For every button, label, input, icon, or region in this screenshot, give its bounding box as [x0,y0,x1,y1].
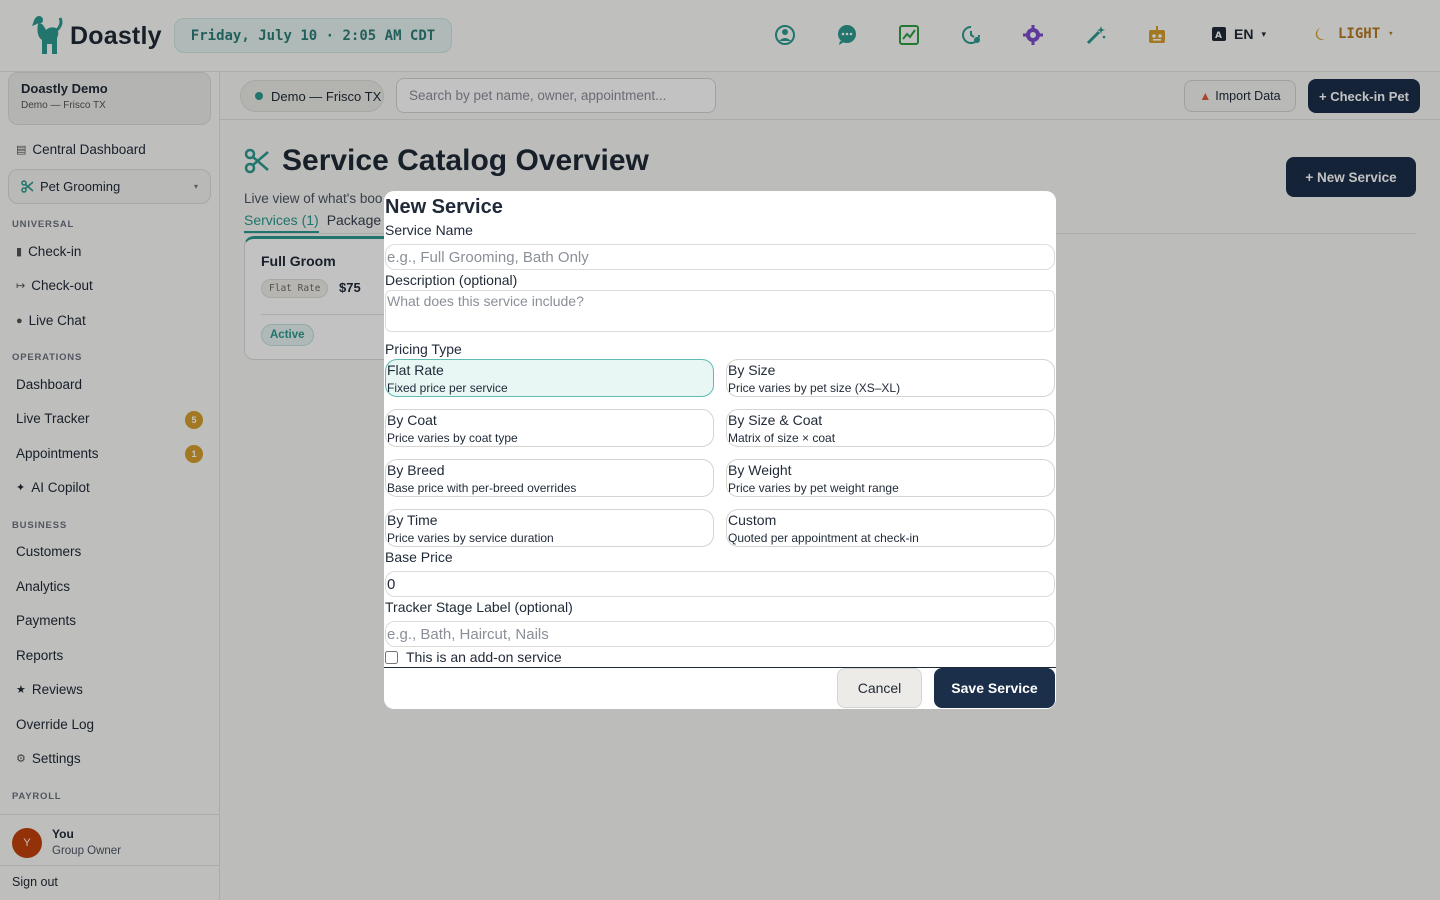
pricing-option-by-breed[interactable]: By Breed Base price with per-breed overr… [385,459,714,497]
pricing-option-title: By Time [387,512,438,528]
pricing-option-title: Custom [728,512,777,528]
tracker-stage-input[interactable] [385,621,1055,647]
pricing-option-description: Matrix of size × coat [728,431,836,445]
base-price-label: Base Price [385,549,453,565]
pricing-option-description: Price varies by pet size (XS–XL) [728,381,901,395]
addon-option[interactable]: This is an add-on service [385,649,562,665]
pricing-option-title: By Size [728,362,776,378]
pricing-type-label: Pricing Type [385,341,462,357]
cancel-button[interactable]: Cancel [837,668,922,708]
pricing-option-title: By Size & Coat [728,412,823,428]
service-name-input[interactable] [385,244,1055,270]
pricing-option-by-weight[interactable]: By Weight Price varies by pet weight ran… [726,459,1055,497]
pricing-option-title: By Weight [728,462,792,478]
pricing-option-description: Price varies by coat type [387,431,518,445]
description-textarea[interactable] [385,290,1055,332]
dialog-title: New Service [385,196,503,218]
pricing-option-custom[interactable]: Custom Quoted per appointment at check-i… [726,509,1055,547]
base-price-input[interactable] [385,571,1055,597]
service-name-label: Service Name [385,222,473,238]
pricing-option-flat-rate[interactable]: Flat Rate Fixed price per service [385,359,714,397]
new-service-dialog: New Service Service Name Description (op… [384,191,1056,709]
save-service-button[interactable]: Save Service [934,668,1055,708]
pricing-option-title: By Breed [387,462,445,478]
pricing-option-by-size-coat[interactable]: By Size & Coat Matrix of size × coat [726,409,1055,447]
pricing-option-title: Flat Rate [387,362,444,378]
pricing-option-title: By Coat [387,412,437,428]
addon-label: This is an add-on service [406,649,562,665]
pricing-option-by-coat[interactable]: By Coat Price varies by coat type [385,409,714,447]
pricing-option-description: Price varies by service duration [387,531,554,545]
pricing-option-description: Base price with per-breed overrides [387,481,577,495]
addon-checkbox[interactable] [385,650,398,664]
tracker-stage-label: Tracker Stage Label (optional) [385,599,573,615]
pricing-option-by-size[interactable]: By Size Price varies by pet size (XS–XL) [726,359,1055,397]
pricing-option-description: Quoted per appointment at check-in [728,531,919,545]
pricing-option-description: Fixed price per service [387,381,508,395]
description-label: Description (optional) [385,272,518,288]
pricing-option-by-time[interactable]: By Time Price varies by service duration [385,509,714,547]
pricing-option-description: Price varies by pet weight range [728,481,899,495]
